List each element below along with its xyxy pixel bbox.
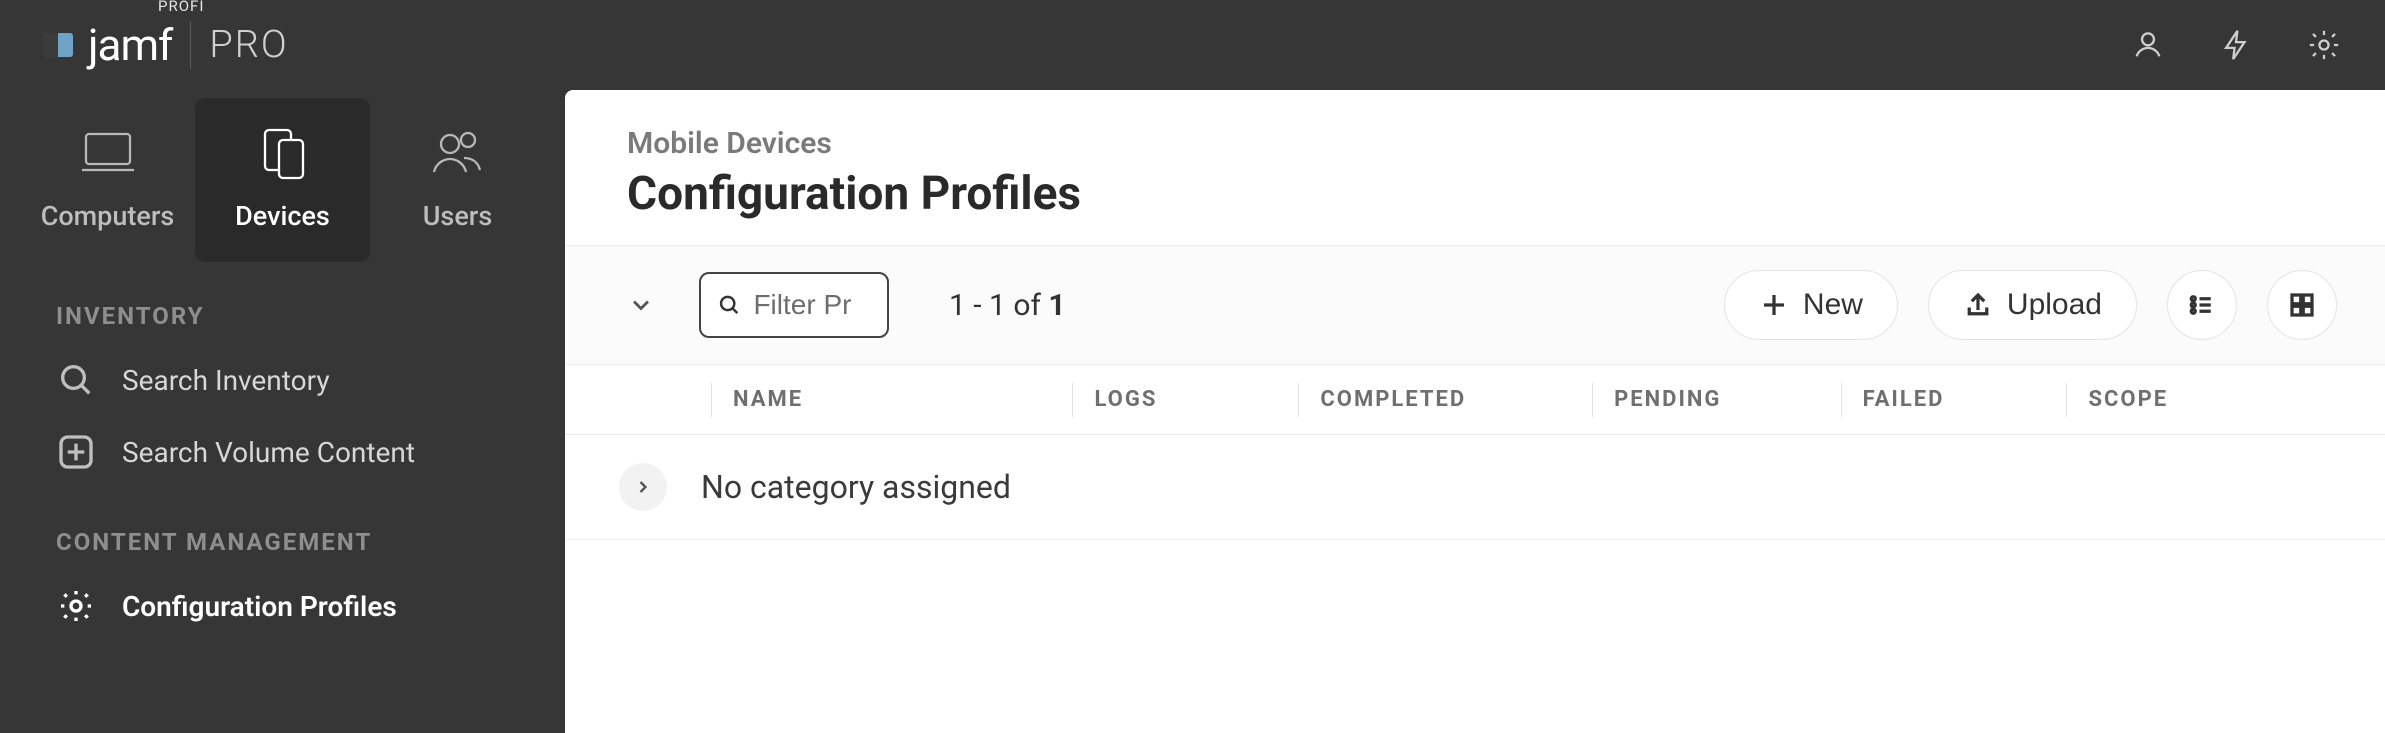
sidebar-item-label: Search Inventory [122,364,330,397]
sidebar: Computers Devices Users INVENTORY [0,90,565,733]
module-users[interactable]: Users [370,98,545,262]
th-completed[interactable]: COMPLETED [1320,387,1614,412]
top-icon-group [2127,24,2345,66]
chevron-down-icon [627,291,655,319]
th-logs[interactable]: LOGS [1094,387,1320,412]
search-icon [56,360,96,400]
grid-icon [2287,290,2317,320]
collapse-all-button[interactable] [613,277,669,333]
th-scope[interactable]: SCOPE [2088,387,2337,412]
gear-icon [2307,28,2341,62]
users-icon [426,122,490,186]
th-pending[interactable]: PENDING [1614,387,1863,412]
brand-logo: PROFI jamf PRO [40,19,289,71]
brand-profi-text: PROFI [158,0,204,15]
module-switcher: Computers Devices Users [0,98,565,262]
module-computers-label: Computers [41,200,175,232]
main-panel: Mobile Devices Configuration Profiles 1 … [565,90,2385,733]
table-header: NAME LOGS COMPLETED PENDING FAILED SCOPE [565,365,2385,435]
laptop-icon [76,122,140,186]
upload-icon [1963,290,1993,320]
th-name[interactable]: NAME [733,387,1094,412]
new-button-label: New [1803,288,1863,322]
upload-button[interactable]: Upload [1928,270,2137,340]
jamf-logo-icon [40,27,76,63]
section-content-mgmt-title: CONTENT MANAGEMENT [0,488,565,570]
th-failed[interactable]: FAILED [1863,387,2089,412]
devices-icon [251,122,315,186]
filter-field[interactable] [699,272,889,338]
settings-button[interactable] [2303,24,2345,66]
gear-badge-icon [56,586,96,626]
th-spacer [613,387,733,412]
category-group-row: No category assigned [565,435,2385,540]
search-icon [717,289,741,321]
brand-pro-text: PRO [209,23,288,67]
group-expand-button[interactable] [619,463,667,511]
sidebar-item-search-inventory[interactable]: Search Inventory [0,344,565,416]
bolt-icon [2219,28,2253,62]
plus-icon [1759,290,1789,320]
module-devices-label: Devices [235,200,330,232]
new-button[interactable]: New [1724,270,1898,340]
module-devices[interactable]: Devices [195,98,370,262]
grid-view-button[interactable] [2267,270,2337,340]
brand-jamf-text: PROFI jamf [88,19,172,71]
chevron-right-icon [633,477,653,497]
sidebar-item-label: Search Volume Content [122,436,415,469]
user-icon [2131,28,2165,62]
main-header: Mobile Devices Configuration Profiles [565,90,2385,246]
list-view-button[interactable] [2167,270,2237,340]
brand: PROFI jamf PRO [40,19,289,71]
appstore-icon [56,432,96,472]
breadcrumb: Mobile Devices [627,126,2323,161]
toolbar: 1 - 1 of 1 New Upload [565,246,2385,365]
list-icon [2187,290,2217,320]
module-users-label: Users [423,200,492,232]
page-title: Configuration Profiles [627,167,2323,221]
sidebar-item-search-volume[interactable]: Search Volume Content [0,416,565,488]
upload-button-label: Upload [2007,288,2102,322]
result-count: 1 - 1 of 1 [949,288,1066,323]
brand-divider [190,21,191,69]
group-label: No category assigned [701,468,1011,506]
section-inventory-title: INVENTORY [0,262,565,344]
sidebar-item-label: Configuration Profiles [122,590,397,623]
sidebar-item-config-profiles[interactable]: Configuration Profiles [0,570,565,642]
module-computers[interactable]: Computers [20,98,195,262]
top-bar: PROFI jamf PRO [0,0,2385,90]
account-button[interactable] [2127,24,2169,66]
activity-button[interactable] [2215,24,2257,66]
filter-input[interactable] [753,289,871,321]
